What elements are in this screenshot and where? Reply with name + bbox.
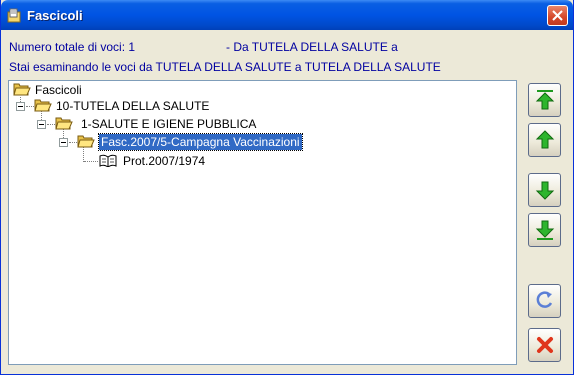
range-label: - Da TUTELA DELLA SALUTE a — [226, 40, 398, 54]
open-folder-icon — [34, 99, 52, 112]
tree-connector — [47, 124, 55, 126]
close-button[interactable] — [528, 328, 561, 362]
move-down-button[interactable] — [528, 173, 561, 207]
open-folder-icon — [13, 83, 31, 96]
window-close-button[interactable] — [547, 5, 568, 26]
total-count-label: Numero totale di voci: 1 — [9, 40, 136, 54]
window-title: Fascicoli — [27, 8, 83, 23]
open-folder-icon — [55, 117, 73, 130]
move-down-icon — [535, 181, 555, 200]
move-first-icon — [535, 90, 555, 110]
collapse-toggle[interactable] — [16, 102, 25, 111]
tree-node-protocollo[interactable]: Prot.2007/1974 — [99, 153, 207, 169]
tree-node-label: 10-TUTELA DELLA SALUTE — [56, 99, 210, 113]
close-x-icon — [552, 10, 563, 21]
tree-connector — [69, 142, 77, 144]
tree-node-label: Prot.2007/1974 — [123, 154, 206, 168]
viewing-range-label: Stai esaminando le voci da TUTELA DELLA … — [9, 60, 441, 74]
move-last-button[interactable] — [528, 213, 561, 247]
move-up-button[interactable] — [528, 123, 561, 157]
folder-document-icon — [7, 8, 21, 23]
tree-connector — [26, 106, 34, 108]
collapse-toggle[interactable] — [59, 138, 68, 147]
tree-node-root[interactable]: Fascicoli — [13, 82, 84, 98]
refresh-icon — [536, 291, 553, 308]
move-up-icon — [535, 130, 555, 149]
fascicoli-window: Fascicoli Numero totale di voci: 1 - Da … — [0, 0, 574, 375]
close-icon — [537, 337, 553, 353]
refresh-button[interactable] — [528, 284, 561, 318]
move-first-button[interactable] — [528, 83, 561, 117]
open-folder-icon — [77, 135, 95, 148]
tree-node-label: 1-SALUTE E IGIENE PUBBLICA — [81, 117, 257, 131]
tree-node-tutela-della-salute[interactable]: 10-TUTELA DELLA SALUTE — [34, 98, 211, 114]
fascicoli-tree[interactable]: Fascicoli 10-TUTELA DELLA SALUTE 1-SALUT… — [8, 80, 517, 365]
tree-node-label: Fascicoli — [35, 83, 82, 97]
tree-node-campagna-vaccinazioni[interactable]: Fasc.2007/5-Campagna Vaccinazioni — [77, 133, 303, 151]
tree-node-salute-igiene[interactable]: 1-SALUTE E IGIENE PUBBLICA — [55, 116, 258, 132]
move-last-icon — [535, 220, 555, 240]
title-bar: Fascicoli — [1, 0, 573, 30]
collapse-toggle[interactable] — [37, 120, 46, 129]
tree-connector — [84, 161, 98, 163]
tree-node-label: Fasc.2007/5-Campagna Vaccinazioni — [98, 133, 303, 151]
open-book-icon — [99, 154, 117, 167]
